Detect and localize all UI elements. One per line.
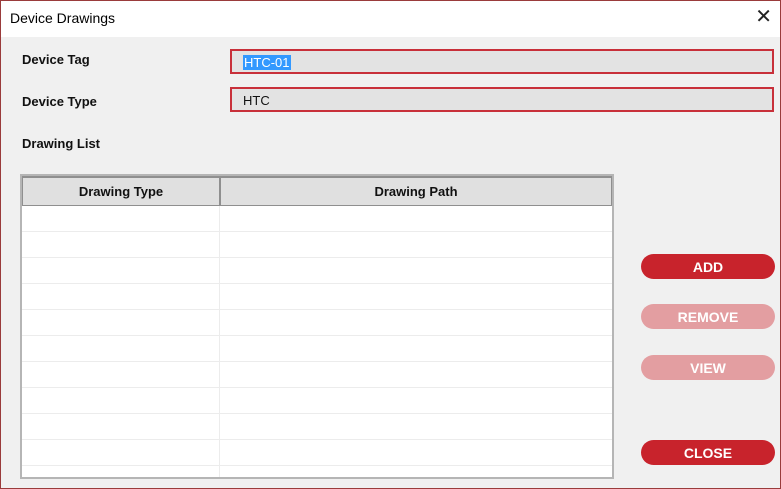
table-row[interactable] <box>22 414 612 440</box>
window-title: Device Drawings <box>10 10 116 26</box>
table-row[interactable] <box>22 336 612 362</box>
table-row[interactable] <box>22 466 612 477</box>
table-cell <box>22 362 220 387</box>
column-header-drawing-path[interactable]: Drawing Path <box>220 176 612 206</box>
device-tag-label: Device Tag <box>22 52 90 67</box>
title-bar: Device Drawings ✕ <box>1 1 780 37</box>
device-drawings-dialog: Device Drawings ✕ Device Tag HTC-01 Devi… <box>0 0 781 489</box>
table-row[interactable] <box>22 310 612 336</box>
device-tag-field[interactable]: HTC-01 <box>230 49 774 74</box>
table-cell <box>22 258 220 283</box>
drawing-list-table[interactable]: Drawing Type Drawing Path <box>20 174 614 479</box>
table-row[interactable] <box>22 362 612 388</box>
close-icon[interactable]: ✕ <box>755 7 772 27</box>
table-row[interactable] <box>22 440 612 466</box>
table-cell <box>22 310 220 335</box>
table-cell <box>22 414 220 439</box>
table-cell <box>22 466 220 477</box>
remove-button[interactable]: REMOVE <box>641 304 775 329</box>
table-cell <box>22 232 220 257</box>
device-tag-value: HTC-01 <box>243 55 291 70</box>
table-row[interactable] <box>22 206 612 232</box>
close-button[interactable]: CLOSE <box>641 440 775 465</box>
table-cell <box>22 440 220 465</box>
table-row[interactable] <box>22 232 612 258</box>
column-header-drawing-type[interactable]: Drawing Type <box>22 176 220 206</box>
table-row[interactable] <box>22 258 612 284</box>
table-header: Drawing Type Drawing Path <box>22 176 612 206</box>
table-cell <box>22 206 220 231</box>
table-cell <box>22 284 220 309</box>
table-cell <box>22 388 220 413</box>
table-cell <box>22 336 220 361</box>
device-type-field[interactable]: HTC <box>230 87 774 112</box>
device-type-label: Device Type <box>22 94 97 109</box>
table-row[interactable] <box>22 388 612 414</box>
view-button[interactable]: VIEW <box>641 355 775 380</box>
drawing-list-label: Drawing List <box>22 136 101 151</box>
add-button[interactable]: ADD <box>641 254 775 279</box>
table-row[interactable] <box>22 284 612 310</box>
device-type-value: HTC <box>243 93 270 108</box>
